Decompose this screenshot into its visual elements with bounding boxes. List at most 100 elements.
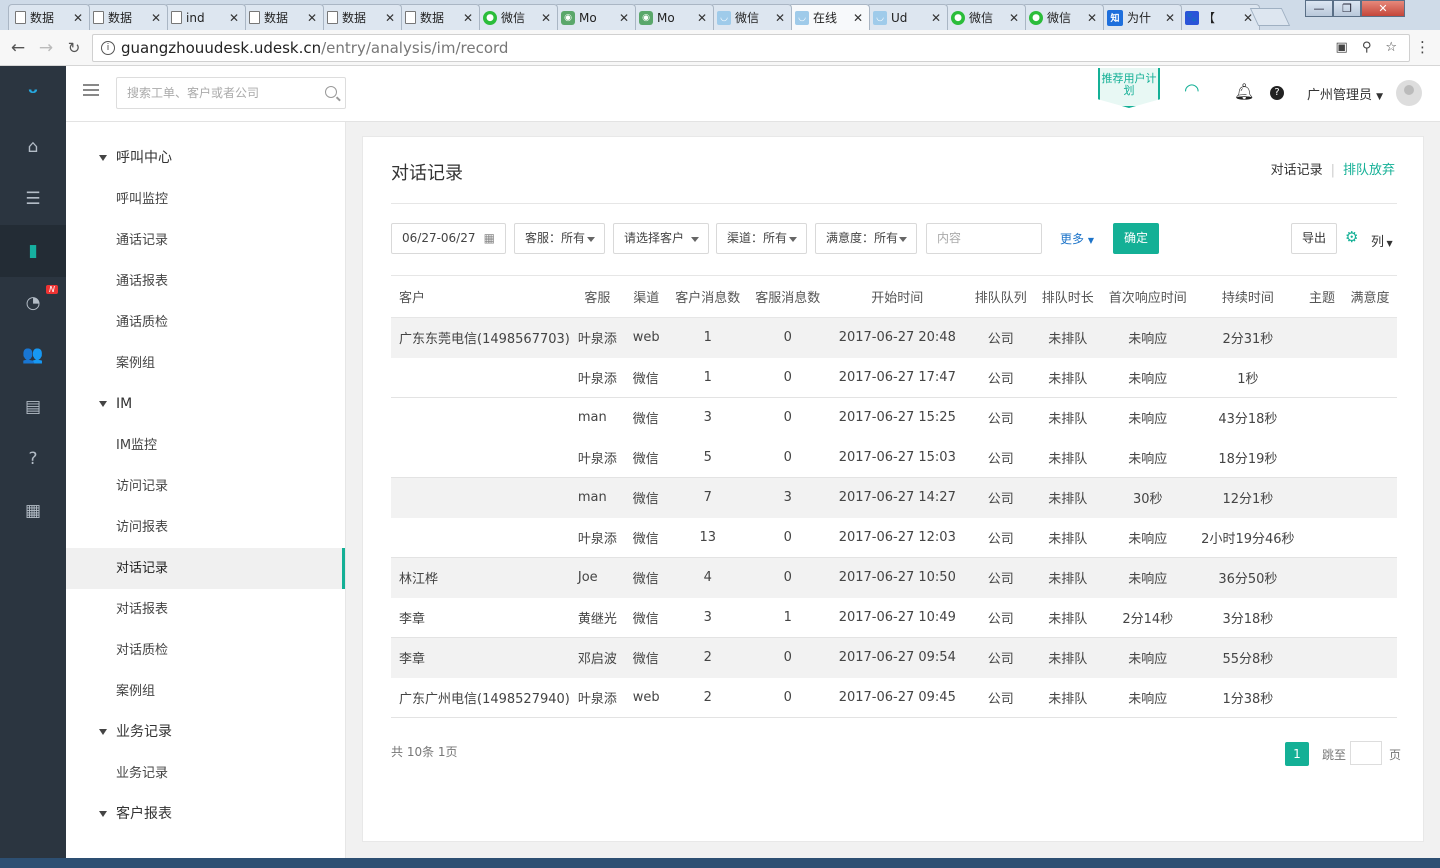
gear-icon[interactable]: ⚙	[1345, 228, 1358, 246]
user-menu[interactable]: 广州管理员 ▼	[1307, 84, 1383, 103]
sidebar-item[interactable]: 访问报表	[66, 507, 345, 548]
udesk-logo-icon[interactable]: ᵕ	[0, 66, 66, 121]
column-header[interactable]: 渠道	[624, 275, 668, 318]
global-search-input[interactable]: 搜索工单、客户或者公司	[116, 77, 346, 109]
site-info-icon[interactable]: i	[101, 41, 115, 55]
column-header[interactable]: 满意度	[1342, 275, 1397, 318]
avatar[interactable]	[1396, 80, 1422, 106]
browser-menu-icon[interactable]: ⋮	[1415, 38, 1430, 56]
sidebar-group[interactable]: 呼叫中心	[66, 138, 345, 179]
column-header[interactable]: 客服消息数	[747, 275, 828, 318]
collapse-menu-icon[interactable]	[83, 84, 99, 98]
sidebar-item[interactable]: 对话质检	[66, 630, 345, 671]
table-row[interactable]: man 微信 7 3 2017-06-27 14:27 公司 未排队 30秒 12分1秒	[391, 477, 1397, 518]
table-row[interactable]: 李章 邓启波 微信 2 0 2017-06-27 09:54 公司 未排队 未响应 55分8秒	[391, 637, 1397, 678]
close-tab-icon[interactable]: ✕	[697, 11, 707, 25]
table-row[interactable]: 广东东莞电信(1498567703) 叶泉添 web 1 0 2017-06-27 20:…	[391, 317, 1397, 358]
minimize-button[interactable]: —	[1305, 0, 1333, 17]
table-row[interactable]: 叶泉添 微信 5 0 2017-06-27 15:03 公司 未排队 未响应 18分19秒	[391, 438, 1397, 478]
customers-icon[interactable]: 👥	[0, 329, 66, 381]
help-circle-icon[interactable]: ?	[1270, 86, 1284, 100]
sidebar-item[interactable]: 业务记录	[66, 753, 345, 794]
confirm-button[interactable]: 确定	[1113, 223, 1159, 254]
date-range-picker[interactable]: 06/27-06/27 ▦	[391, 223, 506, 254]
close-tab-icon[interactable]: ✕	[1087, 11, 1097, 25]
close-tab-icon[interactable]: ✕	[853, 11, 863, 25]
column-header[interactable]: 排队队列	[966, 275, 1035, 318]
browser-tab[interactable]: ● 微信 ✕	[944, 4, 1026, 30]
browser-tab[interactable]: ◡ 在线 ✕	[788, 4, 870, 30]
bookmark-star-icon[interactable]: ☆	[1385, 40, 1397, 55]
extension-icon[interactable]: ⚲	[1362, 40, 1372, 55]
referral-program-badge[interactable]: 推荐用户计划	[1098, 68, 1160, 108]
close-tab-icon[interactable]: ✕	[463, 11, 473, 25]
column-header[interactable]: 首次响应时间	[1100, 275, 1195, 318]
browser-tab[interactable]: ◉ Mo ✕	[554, 4, 636, 30]
browser-tab[interactable]: 🐾 【✕	[1178, 4, 1260, 30]
table-row[interactable]: 林江桦 Joe 微信 4 0 2017-06-27 10:50 公司 未排队 未响应 36分50秒	[391, 557, 1397, 598]
reload-icon[interactable]: ↻	[60, 39, 88, 57]
close-tab-icon[interactable]: ✕	[619, 11, 629, 25]
tickets-icon[interactable]: ☰	[0, 173, 66, 225]
tab-queue-abandon[interactable]: 排队放弃	[1343, 163, 1395, 178]
sidebar-item[interactable]: 呼叫监控	[66, 179, 345, 220]
home-icon[interactable]: ⌂	[0, 121, 66, 173]
apps-grid-icon[interactable]: ▦	[0, 485, 66, 537]
search-icon[interactable]	[325, 86, 337, 98]
close-tab-icon[interactable]: ✕	[385, 11, 395, 25]
table-row[interactable]: 广东广州电信(1498527940) 叶泉添 web 2 0 2017-06-27 09:…	[391, 677, 1397, 718]
maximize-button[interactable]: ❐	[1333, 0, 1361, 17]
close-tab-icon[interactable]: ✕	[541, 11, 551, 25]
reports-icon[interactable]: ◔ N	[0, 277, 66, 329]
browser-tab[interactable]: ● 微信 ✕	[476, 4, 558, 30]
browser-tab[interactable]: 数据 ✕	[398, 4, 480, 30]
table-row[interactable]: man 微信 3 0 2017-06-27 15:25 公司 未排队 未响应 43分18秒	[391, 397, 1397, 438]
browser-tab[interactable]: ◡ 微信 ✕	[710, 4, 792, 30]
forward-icon[interactable]: →	[32, 38, 60, 58]
column-header[interactable]: 排队时长	[1034, 275, 1101, 318]
close-window-button[interactable]: ✕	[1361, 0, 1405, 17]
sidebar-item[interactable]: IM监控	[66, 425, 345, 466]
agent-filter-select[interactable]: 客服：所有	[514, 223, 605, 254]
column-header[interactable]: 主题	[1301, 275, 1343, 318]
sidebar-item[interactable]: 通话报表	[66, 261, 345, 302]
column-header[interactable]: 客户消息数	[667, 275, 748, 318]
column-header[interactable]: 持续时间	[1194, 275, 1301, 318]
help-icon[interactable]: ?	[0, 433, 66, 485]
browser-tab[interactable]: 数据 ✕	[86, 4, 168, 30]
address-bar[interactable]: i guangzhouudesk.udesk.cn/entry/analysis…	[92, 34, 1410, 62]
browser-tab[interactable]: 数据 ✕	[242, 4, 324, 30]
sidebar-group[interactable]: 业务记录	[66, 712, 345, 753]
browser-tab[interactable]: 知为什 ✕	[1100, 4, 1182, 30]
browser-tab[interactable]: ◡ Ud ✕	[866, 4, 948, 30]
table-row[interactable]: 李章 黄继光 微信 3 1 2017-06-27 10:49 公司 未排队 2分14秒 3分18秒	[391, 598, 1397, 638]
browser-tab[interactable]: ● 微信 ✕	[1022, 4, 1104, 30]
close-tab-icon[interactable]: ✕	[1009, 11, 1019, 25]
sidebar-group[interactable]: 客户报表	[66, 794, 345, 835]
close-tab-icon[interactable]: ✕	[1165, 11, 1175, 25]
column-header[interactable]: 客户	[391, 275, 570, 318]
columns-menu-button[interactable]: 列 ▼	[1371, 231, 1393, 250]
close-tab-icon[interactable]: ✕	[73, 11, 83, 25]
close-tab-icon[interactable]: ✕	[151, 11, 161, 25]
browser-tab[interactable]: ◉ Mo ✕	[632, 4, 714, 30]
tab-conversation-records[interactable]: 对话记录	[1271, 163, 1323, 178]
column-header[interactable]: 开始时间	[827, 275, 967, 318]
satisfaction-filter-select[interactable]: 满意度：所有	[815, 223, 917, 254]
table-row[interactable]: 叶泉添 微信 1 0 2017-06-27 17:47 公司 未排队 未响应 1秒	[391, 358, 1397, 398]
sidebar-item[interactable]: 通话记录	[66, 220, 345, 261]
browser-tab[interactable]: 数据 ✕	[320, 4, 402, 30]
sidebar-item[interactable]: 对话报表	[66, 589, 345, 630]
sidebar-item[interactable]: 案例组	[66, 343, 345, 384]
sidebar-item[interactable]: 访问记录	[66, 466, 345, 507]
export-button[interactable]: 导出	[1291, 223, 1337, 254]
close-tab-icon[interactable]: ✕	[775, 11, 785, 25]
page-button-current[interactable]: 1	[1285, 742, 1309, 766]
knowledge-base-icon[interactable]: ▤	[0, 381, 66, 433]
close-tab-icon[interactable]: ✕	[931, 11, 941, 25]
browser-tab[interactable]: ind ✕	[164, 4, 246, 30]
popup-blocked-icon[interactable]: ▣	[1336, 40, 1348, 55]
table-row[interactable]: 叶泉添 微信 13 0 2017-06-27 12:03 公司 未排队 未响应 2小时19分46…	[391, 518, 1397, 558]
notification-bell-icon[interactable]: 🔔︎	[1234, 82, 1254, 101]
more-filters-button[interactable]: 更多 ▼	[1060, 230, 1094, 247]
